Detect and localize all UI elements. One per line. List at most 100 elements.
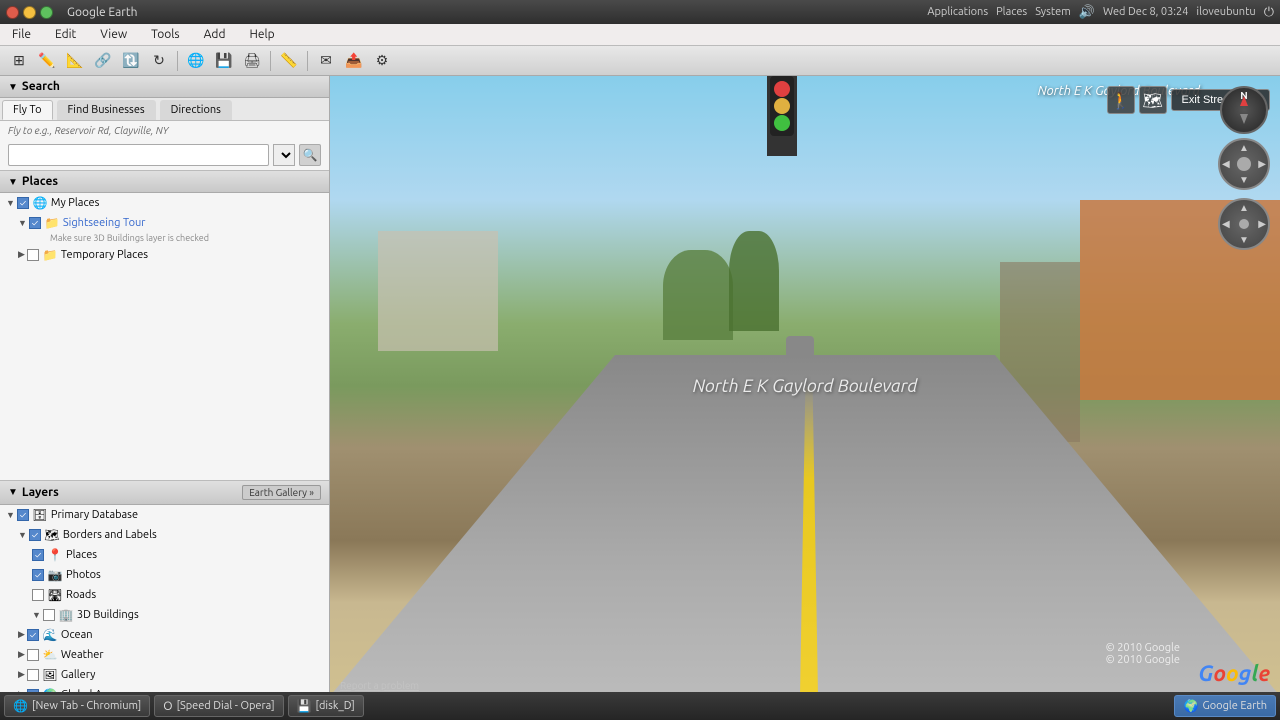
report-problem-link[interactable]: Report a problem bbox=[340, 680, 419, 691]
traffic-light-pole bbox=[767, 76, 797, 156]
window-controls[interactable] bbox=[6, 6, 53, 19]
menu-help[interactable]: Help bbox=[245, 26, 278, 43]
toolbar-separator-2 bbox=[270, 51, 271, 71]
check-places-layer[interactable]: ✓ bbox=[32, 549, 44, 561]
check-3d[interactable] bbox=[43, 609, 55, 621]
close-button[interactable] bbox=[6, 6, 19, 19]
tab-find-businesses[interactable]: Find Businesses bbox=[57, 100, 156, 120]
check-roads[interactable] bbox=[32, 589, 44, 601]
toolbar-btn-2[interactable]: ✏️ bbox=[34, 49, 60, 73]
expand-primary: ▼ bbox=[6, 510, 15, 520]
layer-gallery[interactable]: ▶ 🖼 Gallery bbox=[0, 665, 329, 685]
layer-ocean[interactable]: ▶ ✓ 🌊 Ocean bbox=[0, 625, 329, 645]
tilt-control[interactable]: ▲ ▼ ◀ ▶ bbox=[1218, 198, 1270, 250]
taskbar-item-3[interactable]: 🌍 Google Earth bbox=[1174, 695, 1276, 717]
toolbar-btn-9[interactable]: 🖨 bbox=[239, 49, 265, 73]
layer-photos[interactable]: ✓ 📷 Photos bbox=[0, 565, 329, 585]
street-view-background: North E K Gaylord Boulevard North E K Ga… bbox=[330, 76, 1280, 696]
tab-fly-to[interactable]: Fly To bbox=[2, 100, 53, 120]
places-item-temp[interactable]: ▶ 📁 Temporary Places bbox=[0, 245, 329, 265]
search-section-header[interactable]: ▼ Search bbox=[0, 76, 329, 98]
volume-icon[interactable]: 🔊 bbox=[1079, 5, 1095, 20]
tilt-right-icon[interactable]: ▶ bbox=[1258, 218, 1266, 230]
pan-left-button[interactable]: ◀ bbox=[1222, 158, 1230, 170]
menu-view[interactable]: View bbox=[96, 26, 131, 43]
places-menu[interactable]: Places bbox=[996, 6, 1027, 18]
check-ocean[interactable]: ✓ bbox=[27, 629, 39, 641]
tilt-down-icon[interactable]: ▼ bbox=[1239, 234, 1249, 246]
toolbar-btn-10[interactable]: 📏 bbox=[276, 49, 302, 73]
toolbar-btn-12[interactable]: 📤 bbox=[341, 49, 367, 73]
taskbar-item-0[interactable]: 🌐 [New Tab - Chromium] bbox=[4, 695, 150, 717]
places-title: Places bbox=[22, 175, 58, 188]
taskbar-item-1[interactable]: O [Speed Dial - Opera] bbox=[154, 695, 283, 717]
check-photos[interactable]: ✓ bbox=[32, 569, 44, 581]
toolbar-btn-6[interactable]: ↻ bbox=[146, 49, 172, 73]
applications-menu[interactable]: Applications bbox=[927, 6, 988, 18]
places-section-header[interactable]: ▼ Places bbox=[0, 171, 329, 193]
checkbox-sightseeing[interactable]: ✓ bbox=[29, 217, 41, 229]
layer-3d-buildings[interactable]: ▼ 🏢 3D Buildings bbox=[0, 605, 329, 625]
layers-title: Layers bbox=[22, 486, 242, 499]
check-gallery[interactable] bbox=[27, 669, 39, 681]
pan-up-button[interactable]: ▲ bbox=[1239, 142, 1249, 154]
places-arrow-icon: ▼ bbox=[8, 176, 18, 188]
earth-gallery-button[interactable]: Earth Gallery » bbox=[242, 485, 321, 500]
menu-edit[interactable]: Edit bbox=[51, 26, 80, 43]
layer-primary-db[interactable]: ▼ ✓ 🗄 Primary Database bbox=[0, 505, 329, 525]
check-primary[interactable]: ✓ bbox=[17, 509, 29, 521]
photos-label: Photos bbox=[66, 569, 101, 581]
toolbar-btn-1[interactable]: ⊞ bbox=[6, 49, 32, 73]
toolbar-btn-13[interactable]: ⚙ bbox=[369, 49, 395, 73]
toolbar-separator-3 bbox=[307, 51, 308, 71]
checkbox-temp[interactable] bbox=[27, 249, 39, 261]
toolbar-btn-4[interactable]: 🔗 bbox=[90, 49, 116, 73]
layer-roads[interactable]: 🛣 Roads bbox=[0, 585, 329, 605]
pan-center-dot bbox=[1237, 157, 1251, 171]
check-borders[interactable]: ✓ bbox=[29, 529, 41, 541]
places-item-my-places[interactable]: ▼ ✓ 🌐 My Places bbox=[0, 193, 329, 213]
layers-header[interactable]: ▼ Layers Earth Gallery » bbox=[0, 481, 329, 505]
toolbar-btn-5[interactable]: 🔃 bbox=[118, 49, 144, 73]
menu-file[interactable]: File bbox=[8, 26, 35, 43]
menu-add[interactable]: Add bbox=[200, 26, 230, 43]
toolbar-btn-8[interactable]: 💾 bbox=[211, 49, 237, 73]
sv-person-mode-btn[interactable]: 🚶 bbox=[1107, 86, 1135, 114]
system-tray: Applications Places System 🔊 Wed Dec 8, … bbox=[927, 5, 1274, 20]
map-area[interactable]: North E K Gaylord Boulevard North E K Ga… bbox=[330, 76, 1280, 696]
system-menu[interactable]: System bbox=[1035, 6, 1071, 18]
search-dropdown[interactable] bbox=[273, 144, 295, 166]
pan-right-button[interactable]: ▶ bbox=[1258, 158, 1266, 170]
pan-down-button[interactable]: ▼ bbox=[1239, 174, 1249, 186]
minimize-button[interactable] bbox=[23, 6, 36, 19]
layer-places[interactable]: ✓ 📍 Places bbox=[0, 545, 329, 565]
menu-tools[interactable]: Tools bbox=[147, 26, 184, 43]
check-weather[interactable] bbox=[27, 649, 39, 661]
tilt-up-icon[interactable]: ▲ bbox=[1239, 202, 1249, 214]
3d-icon: 🏢 bbox=[58, 607, 74, 623]
layer-weather[interactable]: ▶ ⛅ Weather bbox=[0, 645, 329, 665]
toolbar-btn-3[interactable]: 📐 bbox=[62, 49, 88, 73]
taskbar-item-2[interactable]: 💾 [disk_D] bbox=[288, 695, 364, 717]
pan-control[interactable]: ▲ ▼ ◀ ▶ bbox=[1218, 138, 1270, 190]
checkbox-my-places[interactable]: ✓ bbox=[17, 197, 29, 209]
search-button[interactable]: 🔍 bbox=[299, 144, 321, 166]
tree-center bbox=[663, 250, 733, 340]
taskbar: 🌐 [New Tab - Chromium] O [Speed Dial - O… bbox=[0, 692, 1280, 720]
app-title: Google Earth bbox=[67, 6, 137, 19]
sightseeing-label: Sightseeing Tour bbox=[63, 217, 146, 229]
tab-directions[interactable]: Directions bbox=[160, 100, 232, 120]
layer-borders[interactable]: ▼ ✓ 🗺 Borders and Labels bbox=[0, 525, 329, 545]
sv-satellite-mode-btn[interactable]: 🗺 bbox=[1139, 86, 1167, 114]
search-input[interactable] bbox=[8, 144, 269, 166]
tilt-left-icon[interactable]: ◀ bbox=[1222, 218, 1230, 230]
compass[interactable]: N bbox=[1220, 86, 1268, 134]
system-topbar: Google Earth Applications Places System … bbox=[0, 0, 1280, 24]
power-icon[interactable]: ⏻ bbox=[1264, 5, 1274, 20]
toolbar-btn-11[interactable]: ✉ bbox=[313, 49, 339, 73]
toolbar-btn-7[interactable]: 🌐 bbox=[183, 49, 209, 73]
places-item-sightseeing[interactable]: ▼ ✓ 📁 Sightseeing Tour bbox=[0, 213, 329, 233]
roads-icon: 🛣 bbox=[47, 587, 63, 603]
layers-section: ▼ Layers Earth Gallery » ▼ ✓ 🗄 Primary D… bbox=[0, 480, 329, 696]
maximize-button[interactable] bbox=[40, 6, 53, 19]
